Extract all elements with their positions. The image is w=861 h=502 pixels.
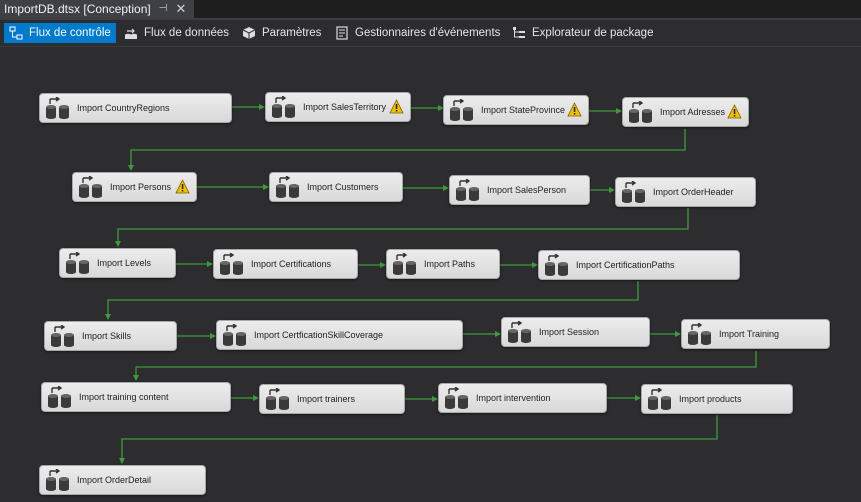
data-flow-task-icon	[628, 101, 653, 123]
task-import-certifications[interactable]: Import Certifications	[213, 249, 358, 279]
data-flow-task-icon	[45, 97, 70, 119]
constraint-line[interactable]	[119, 415, 718, 464]
task-import-persons[interactable]: Import Persons	[72, 172, 197, 202]
data-flow-task-icon	[219, 253, 244, 275]
data-flow-task-icon	[50, 325, 75, 347]
task-label: Import Adresses	[660, 107, 726, 117]
task-import-orderheader[interactable]: Import OrderHeader	[615, 177, 756, 207]
data-flow-task-icon	[647, 388, 672, 410]
data-flow-task-icon	[621, 181, 646, 203]
data-flow-task-icon	[45, 469, 70, 491]
task-label: Import OrderDetail	[77, 475, 152, 485]
task-label: Import Customers	[307, 182, 379, 192]
task-label: Import Skills	[82, 331, 132, 341]
data-flow-task-icon	[47, 386, 72, 408]
data-flow-task-icon	[78, 176, 103, 198]
task-import-salesterritory[interactable]: Import SalesTerritory	[265, 92, 411, 122]
data-flow-task-icon	[275, 176, 300, 198]
data-flow-task-icon	[455, 179, 480, 201]
task-label: Import training content	[79, 392, 169, 402]
data-flow-task-icon	[507, 321, 532, 343]
data-flow-task-icon	[444, 387, 469, 409]
data-flow-task-icon	[271, 96, 296, 118]
task-label: Import SalesTerritory	[303, 102, 387, 112]
task-import-stateprovince[interactable]: Import StateProvince	[443, 95, 589, 125]
task-import-trainers[interactable]: Import trainers	[259, 384, 405, 414]
task-label: Import Certifications	[251, 259, 332, 269]
task-import-levels[interactable]: Import Levels	[59, 248, 176, 278]
task-label: Import OrderHeader	[653, 187, 734, 197]
warning-icon[interactable]	[175, 179, 190, 194]
task-import-certficationskillcoverage[interactable]: Import CertficationSkillCoverage	[216, 320, 463, 350]
task-label: Import Levels	[97, 258, 152, 268]
task-import-countryregions[interactable]: Import CountryRegions	[39, 93, 232, 123]
warning-icon[interactable]	[389, 99, 404, 114]
data-flow-task-icon	[222, 324, 247, 346]
task-import-session[interactable]: Import Session	[501, 317, 650, 347]
task-label: Import intervention	[476, 393, 551, 403]
task-import-intervention[interactable]: Import intervention	[438, 383, 607, 413]
data-flow-task-icon	[687, 323, 712, 345]
constraint-line[interactable]	[105, 281, 639, 320]
data-flow-task-icon	[392, 253, 417, 275]
task-import-certificationpaths[interactable]: Import CertificationPaths	[538, 250, 740, 280]
task-import-orderdetail[interactable]: Import OrderDetail	[39, 465, 206, 495]
task-import-products[interactable]: Import products	[641, 384, 793, 414]
task-import-training-content[interactable]: Import training content	[41, 382, 231, 412]
task-label: Import Training	[719, 329, 780, 339]
task-import-adresses[interactable]: Import Adresses	[622, 97, 749, 127]
constraint-line[interactable]	[115, 208, 689, 247]
data-flow-task-icon	[65, 252, 90, 274]
task-label: Import CertificationPaths	[576, 260, 675, 270]
task-label: Import Persons	[110, 182, 172, 192]
task-label: Import CertficationSkillCoverage	[254, 330, 384, 340]
task-import-paths[interactable]: Import Paths	[386, 249, 500, 279]
task-import-customers[interactable]: Import Customers	[269, 172, 403, 202]
warning-icon[interactable]	[567, 102, 582, 117]
task-label: Import SalesPerson	[487, 185, 567, 195]
task-label: Import trainers	[297, 394, 356, 404]
task-label: Import CountryRegions	[77, 103, 170, 113]
data-flow-task-icon	[265, 388, 290, 410]
constraint-line[interactable]	[133, 351, 757, 381]
task-import-training[interactable]: Import Training	[681, 319, 830, 349]
warning-icon[interactable]	[727, 104, 742, 119]
task-import-skills[interactable]: Import Skills	[44, 321, 177, 351]
constraint-line[interactable]	[128, 129, 686, 171]
data-flow-task-icon	[544, 254, 569, 276]
task-label: Import StateProvince	[481, 105, 566, 115]
data-flow-task-icon	[449, 99, 474, 121]
task-label: Import Session	[539, 327, 600, 337]
task-import-salesperson[interactable]: Import SalesPerson	[449, 175, 590, 205]
task-label: Import products	[679, 394, 742, 404]
task-label: Import Paths	[424, 259, 476, 269]
